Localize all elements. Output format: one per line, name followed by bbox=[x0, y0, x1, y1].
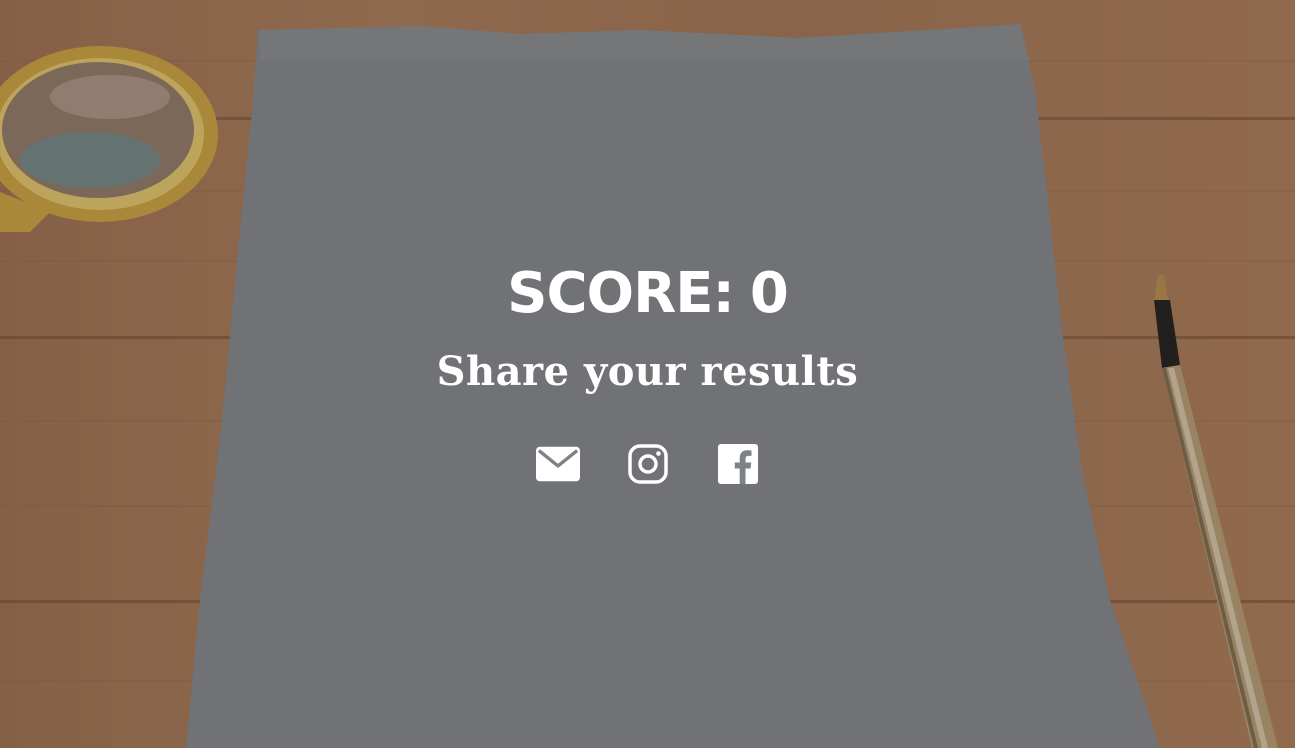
score-heading: SCORE: 0 bbox=[0, 262, 1295, 326]
instagram-icon bbox=[627, 444, 668, 484]
facebook-icon bbox=[717, 444, 758, 484]
email-share-button[interactable] bbox=[535, 442, 580, 486]
result-panel: SCORE: 0 Share your results bbox=[0, 262, 1295, 486]
instagram-share-button[interactable] bbox=[626, 442, 670, 486]
score-value: 0 bbox=[749, 261, 789, 326]
share-title: Share your results bbox=[436, 348, 859, 395]
share-buttons bbox=[0, 442, 1295, 486]
score-label: SCORE: bbox=[507, 261, 735, 326]
mail-icon bbox=[535, 446, 580, 482]
facebook-share-button[interactable] bbox=[716, 442, 760, 486]
